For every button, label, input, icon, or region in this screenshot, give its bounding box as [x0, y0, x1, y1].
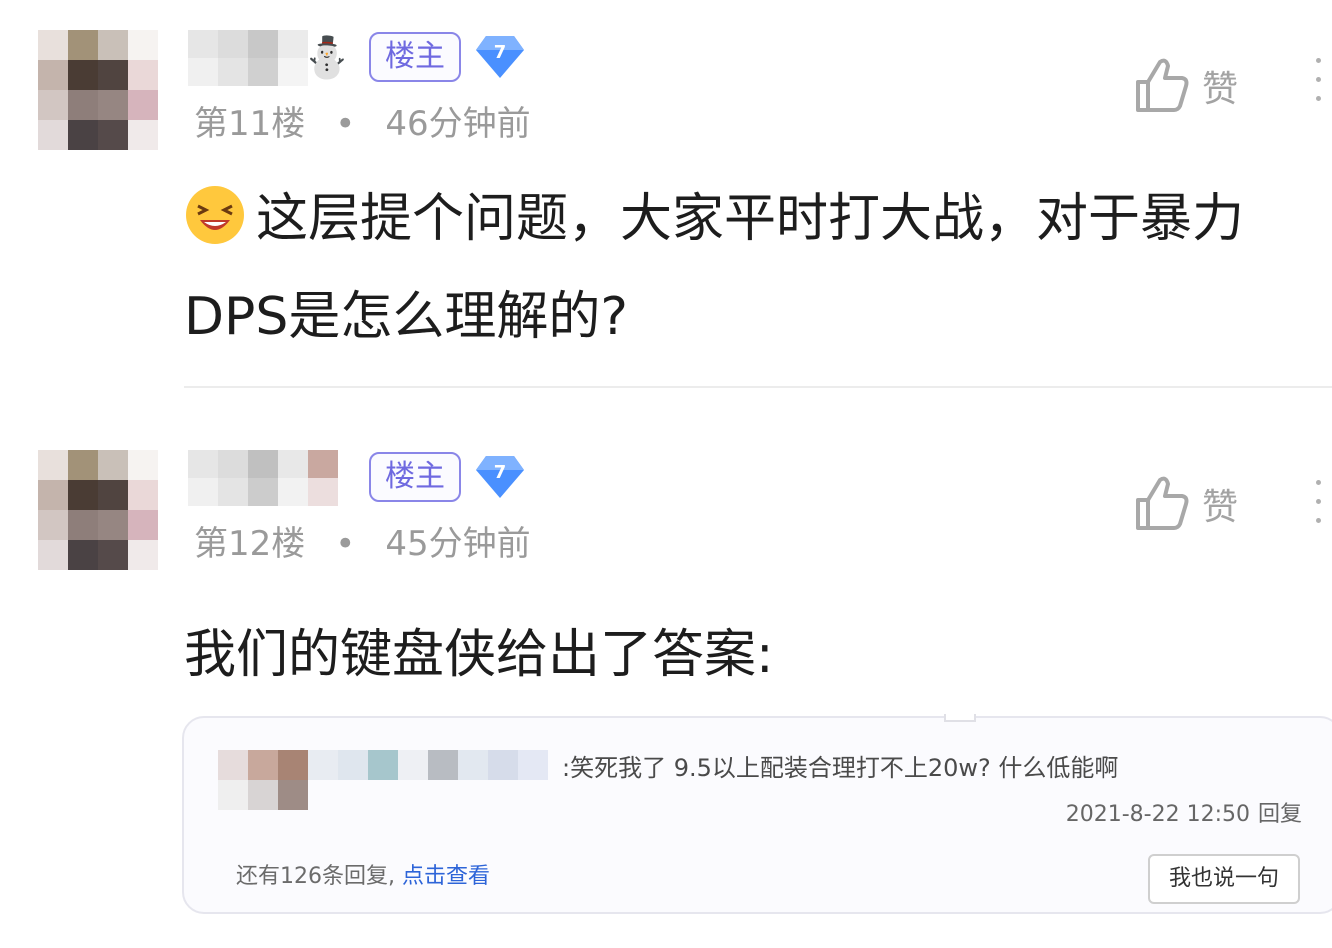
avatar[interactable] [38, 30, 158, 150]
floor-number: 第12楼 [194, 524, 306, 564]
post-floor-12: 楼主 7 第12楼 • 45分钟前 赞 我们的键盘侠给出了答案: :笑死我了 9.5… [0, 420, 1332, 948]
comment-meta: 2021-8-22 12:50 回复 [1066, 796, 1302, 828]
level-number: 7 [494, 42, 507, 63]
like-label: 赞 [1202, 487, 1239, 528]
more-options-icon[interactable] [1313, 58, 1323, 114]
post-divider [184, 386, 1332, 388]
post-meta: 第12楼 • 45分钟前 [194, 516, 531, 565]
floor-number: 第11楼 [194, 104, 306, 144]
laughing-emoji-icon [186, 186, 244, 244]
meta-separator: • [335, 524, 356, 564]
post-text: 我们的键盘侠给出了答案: [184, 625, 774, 685]
thumbs-up-icon [1136, 476, 1189, 530]
comment-avatar[interactable] [218, 750, 308, 810]
like-button[interactable]: 赞 [1134, 474, 1254, 534]
host-badge: 楼主 [369, 452, 461, 502]
more-replies-count: 还有126条回复, [236, 864, 395, 889]
like-label: 赞 [1202, 69, 1239, 110]
comment-reply-link[interactable]: 回复 [1258, 802, 1302, 827]
post-time: 45分钟前 [385, 524, 531, 564]
comment-username-blurred[interactable] [308, 750, 554, 780]
more-options-icon[interactable] [1313, 480, 1323, 536]
comment-text: :笑死我了 9.5以上配装合理打不上20w? 什么低能啊 [562, 754, 1119, 782]
quoted-comment-card: :笑死我了 9.5以上配装合理打不上20w? 什么低能啊 2021-8-22 1… [182, 714, 1332, 914]
level-diamond-icon: 7 [476, 36, 524, 78]
meta-separator: • [335, 104, 356, 144]
more-replies: 还有126条回复, 点击查看 [236, 858, 490, 890]
username-blurred[interactable] [188, 450, 338, 506]
level-number: 7 [494, 462, 507, 483]
view-replies-link[interactable]: 点击查看 [402, 864, 490, 889]
username-blurred[interactable] [188, 30, 308, 86]
post-time: 46分钟前 [385, 104, 531, 144]
snowman-icon: ⛄ [302, 35, 352, 81]
level-diamond-icon: 7 [476, 456, 524, 498]
post-text: 这层提个问题，大家平时打大战，对于暴力DPS是怎么理解的? [184, 189, 1245, 347]
post-floor-11: ⛄ 楼主 7 第11楼 • 46分钟前 赞 这层提个问题，大家平时打大战，对于暴力D… [0, 0, 1332, 388]
post-content: 这层提个问题，大家平时打大战，对于暴力DPS是怎么理解的? [184, 170, 1314, 366]
like-button[interactable]: 赞 [1134, 56, 1254, 116]
comment-time: 2021-8-22 12:50 [1065, 802, 1250, 827]
reply-button[interactable]: 我也说一句 [1148, 854, 1300, 904]
thumbs-up-icon [1136, 58, 1189, 112]
host-badge: 楼主 [369, 32, 461, 82]
avatar[interactable] [38, 450, 158, 570]
post-meta: 第11楼 • 46分钟前 [194, 96, 531, 145]
card-notch [944, 714, 976, 722]
